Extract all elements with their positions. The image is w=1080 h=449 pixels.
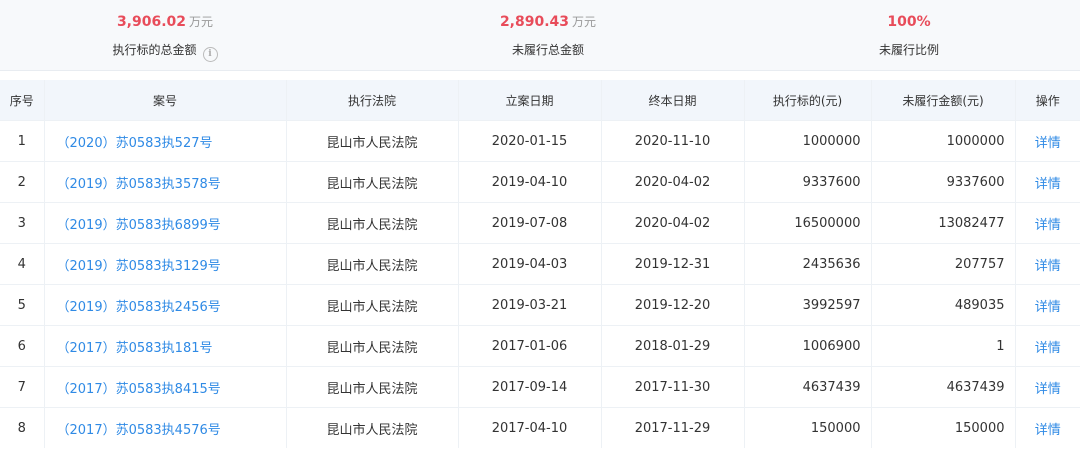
unpaid-amount-unit: 万元 [572,15,597,29]
filed-date-cell: 2017-01-06 [457,325,601,367]
filed-date-cell: 2019-07-08 [457,202,601,244]
header-action: 操作 [1014,80,1080,121]
table-row: 6 （2017）苏0583执181号 昆山市人民法院 2017-01-06 2018-0… [0,325,1080,367]
table-header-row: 序号 案号 执行法院 立案日期 终本日期 执行标的(元) 未履行金额(元) 操作 [0,80,1080,121]
row-index: 7 [0,366,44,408]
court-cell: 昆山市人民法院 [285,243,458,285]
total-amount-label: 执行标的总金额 [112,43,197,57]
detail-link[interactable]: 详情 [1014,325,1080,367]
header-target-amount: 执行标的(元) [743,80,871,121]
unpaid-amount-cell: 13082477 [870,202,1015,244]
target-amount-cell: 16500000 [743,202,871,244]
execution-cases-table: 序号 案号 执行法院 立案日期 终本日期 执行标的(元) 未履行金额(元) 操作… [0,80,1080,448]
filed-date-cell: 2019-03-21 [457,284,601,326]
case-number-link[interactable]: （2017）苏0583执181号 [43,325,286,367]
spacer [0,71,1080,80]
table-row: 4 （2019）苏0583执3129号 昆山市人民法院 2019-04-03 2019-… [0,243,1080,285]
unpaid-amount-stat: 2,890.43 万元 未履行总金额 [398,0,698,71]
table-row: 7 （2017）苏0583执8415号 昆山市人民法院 2017-09-14 2017-… [0,366,1080,408]
detail-link[interactable]: 详情 [1014,161,1080,203]
target-amount-cell: 2435636 [743,243,871,285]
unpaid-amount-cell: 9337600 [870,161,1015,203]
row-index: 8 [0,407,44,448]
unpaid-amount-value: 2,890.43 [499,14,570,30]
detail-link[interactable]: 详情 [1014,120,1080,162]
unpaid-amount-cell: 4637439 [870,366,1015,408]
case-number-link[interactable]: （2019）苏0583执3578号 [43,161,286,203]
case-number-link[interactable]: （2017）苏0583执8415号 [43,366,286,408]
unpaid-amount-cell: 1 [870,325,1015,367]
case-number-link[interactable]: （2019）苏0583执2456号 [43,284,286,326]
unpaid-amount-cell: 207757 [870,243,1015,285]
unpaid-amount-cell: 150000 [870,407,1015,448]
info-circle-icon[interactable]: i [202,47,218,62]
header-closed-date: 终本日期 [600,80,744,121]
total-amount-unit: 万元 [189,15,214,29]
closed-date-cell: 2017-11-29 [600,407,744,448]
row-index: 4 [0,243,44,285]
target-amount-cell: 4637439 [743,366,871,408]
table-row: 3 （2019）苏0583执6899号 昆山市人民法院 2019-07-08 2020-… [0,202,1080,244]
court-cell: 昆山市人民法院 [285,284,458,326]
total-amount-stat: 3,906.02 万元 执行标的总金额 i [15,0,315,71]
row-index: 3 [0,202,44,244]
court-cell: 昆山市人民法院 [285,120,458,162]
filed-date-cell: 2019-04-10 [457,161,601,203]
target-amount-cell: 1006900 [743,325,871,367]
unpaid-ratio-value: 100% [887,14,931,30]
unpaid-ratio-stat: 100% 未履行比例 [759,0,1059,71]
header-court: 执行法院 [285,80,458,121]
row-index: 2 [0,161,44,203]
header-index: 序号 [0,80,44,121]
detail-link[interactable]: 详情 [1014,366,1080,408]
row-index: 6 [0,325,44,367]
header-unpaid-amount: 未履行金额(元) [870,80,1015,121]
case-number-link[interactable]: （2017）苏0583执4576号 [43,407,286,448]
target-amount-cell: 9337600 [743,161,871,203]
closed-date-cell: 2019-12-20 [600,284,744,326]
table-row: 8 （2017）苏0583执4576号 昆山市人民法院 2017-04-10 2017-… [0,407,1080,448]
header-filed-date: 立案日期 [457,80,601,121]
summary-bar: 3,906.02 万元 执行标的总金额 i 2,890.43 万元 未履行总金额 10… [0,0,1080,71]
closed-date-cell: 2020-04-02 [600,202,744,244]
filed-date-cell: 2019-04-03 [457,243,601,285]
detail-link[interactable]: 详情 [1014,202,1080,244]
court-cell: 昆山市人民法院 [285,161,458,203]
detail-link[interactable]: 详情 [1014,243,1080,285]
detail-link[interactable]: 详情 [1014,284,1080,326]
court-cell: 昆山市人民法院 [285,366,458,408]
total-amount-value: 3,906.02 [116,14,187,30]
closed-date-cell: 2020-04-02 [600,161,744,203]
table-row: 2 （2019）苏0583执3578号 昆山市人民法院 2019-04-10 2020-… [0,161,1080,203]
filed-date-cell: 2017-04-10 [457,407,601,448]
unpaid-amount-cell: 489035 [870,284,1015,326]
unpaid-amount-label: 未履行总金额 [511,43,584,57]
table-row: 1 （2020）苏0583执527号 昆山市人民法院 2020-01-15 2020-1… [0,120,1080,162]
unpaid-amount-cell: 1000000 [870,120,1015,162]
court-cell: 昆山市人民法院 [285,325,458,367]
target-amount-cell: 3992597 [743,284,871,326]
closed-date-cell: 2019-12-31 [600,243,744,285]
table-row: 5 （2019）苏0583执2456号 昆山市人民法院 2019-03-21 2019-… [0,284,1080,326]
case-number-link[interactable]: （2020）苏0583执527号 [43,120,286,162]
court-cell: 昆山市人民法院 [285,407,458,448]
target-amount-cell: 1000000 [743,120,871,162]
case-number-link[interactable]: （2019）苏0583执3129号 [43,243,286,285]
case-number-link[interactable]: （2019）苏0583执6899号 [43,202,286,244]
closed-date-cell: 2018-01-29 [600,325,744,367]
row-index: 1 [0,120,44,162]
court-cell: 昆山市人民法院 [285,202,458,244]
detail-link[interactable]: 详情 [1014,407,1080,448]
header-case-no: 案号 [43,80,286,121]
filed-date-cell: 2017-09-14 [457,366,601,408]
target-amount-cell: 150000 [743,407,871,448]
closed-date-cell: 2020-11-10 [600,120,744,162]
unpaid-ratio-label: 未履行比例 [878,43,939,57]
filed-date-cell: 2020-01-15 [457,120,601,162]
closed-date-cell: 2017-11-30 [600,366,744,408]
row-index: 5 [0,284,44,326]
